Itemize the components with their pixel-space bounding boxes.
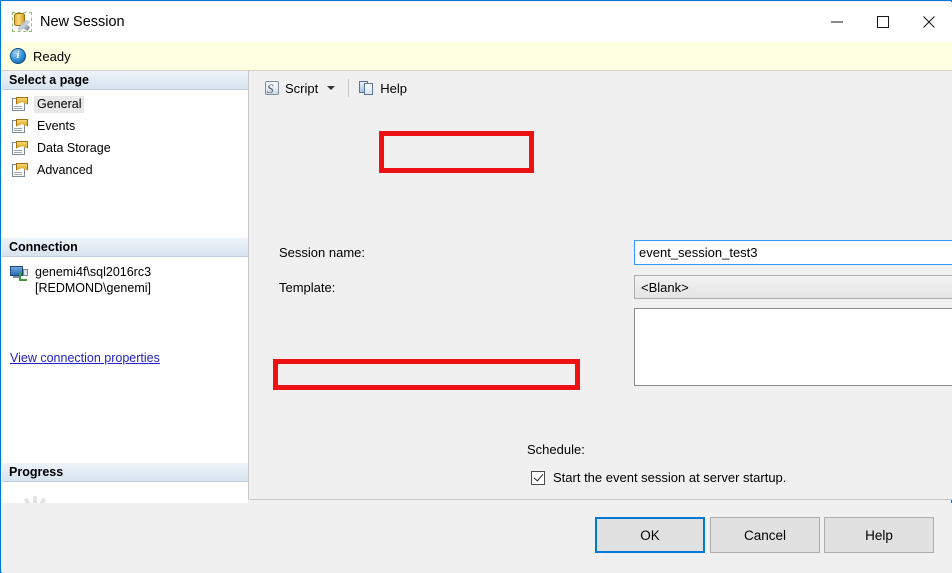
content-toolbar: S Script Help [250, 71, 952, 105]
close-icon [923, 16, 935, 28]
title-bar: New Session [2, 2, 952, 42]
template-selected-value: <Blank> [641, 279, 689, 295]
sidebar: Select a page General Events Data Storag… [2, 71, 249, 562]
sidebar-item-label: Data Storage [37, 140, 111, 155]
toolbar-separator [348, 79, 350, 97]
status-text: Ready [33, 48, 71, 64]
page-icon [12, 140, 28, 156]
chevron-down-icon[interactable] [327, 86, 336, 90]
connection-section: Connection genemi4f\sql2016rc3 [REDMOND\… [2, 238, 248, 375]
select-a-page-header: Select a page [2, 71, 248, 90]
progress-header: Progress [2, 463, 248, 482]
connection-server: genemi4f\sql2016rc3 [35, 265, 152, 279]
checkbox-start-at-server-startup[interactable]: Start the event session at server startu… [531, 470, 786, 485]
sidebar-item-label: Advanced [37, 162, 93, 177]
ok-button[interactable]: OK [595, 517, 705, 553]
session-name-input[interactable] [634, 240, 952, 265]
connection-header: Connection [2, 238, 248, 257]
window-controls [814, 2, 952, 42]
cancel-button[interactable]: Cancel [710, 517, 820, 553]
maximize-icon [877, 16, 889, 28]
help-button[interactable]: Help [355, 76, 411, 100]
connection-text: genemi4f\sql2016rc3 [REDMOND\genemi] [35, 264, 151, 296]
server-connection-icon [10, 266, 28, 282]
close-button[interactable] [906, 2, 952, 42]
schedule-label: Schedule: [527, 442, 585, 457]
dialog-body: Select a page General Events Data Storag… [2, 71, 952, 562]
template-label-row: Template: [279, 280, 335, 295]
template-description-textarea[interactable] [634, 308, 952, 386]
content-pane: S Script Help Session name: Template: [250, 71, 952, 549]
status-bar: Ready [2, 42, 952, 71]
sidebar-item-label: General [34, 95, 85, 113]
page-icon [12, 162, 28, 178]
page-list: General Events Data Storage Advanced [2, 90, 248, 181]
connection-row: genemi4f\sql2016rc3 [REDMOND\genemi] [10, 264, 240, 296]
window-title: New Session [40, 14, 125, 30]
sidebar-item-events[interactable]: Events [2, 115, 248, 137]
view-connection-properties-link[interactable]: View connection properties [10, 351, 160, 365]
session-name-label-row: Session name: [279, 245, 365, 260]
script-icon: S [264, 80, 281, 96]
help-button-footer[interactable]: Help [824, 517, 934, 553]
page-icon [12, 96, 28, 112]
script-button[interactable]: S Script [260, 76, 322, 100]
script-label: Script [285, 80, 319, 96]
page-icon [12, 118, 28, 134]
minimize-icon [831, 21, 843, 23]
sidebar-item-data-storage[interactable]: Data Storage [2, 137, 248, 159]
connection-body: genemi4f\sql2016rc3 [REDMOND\genemi] Vie… [2, 257, 248, 375]
session-window-icon [12, 12, 32, 32]
help-label: Help [380, 80, 407, 96]
checkbox-box[interactable] [531, 470, 545, 485]
maximize-button[interactable] [860, 2, 906, 42]
session-name-label: Session name: [279, 245, 365, 260]
new-session-dialog: New Session Ready [0, 0, 952, 573]
connection-user: [REDMOND\genemi] [35, 281, 151, 295]
minimize-button[interactable] [814, 2, 860, 42]
template-dropdown[interactable]: <Blank> [634, 275, 952, 299]
dialog-footer: OK Cancel Help [2, 503, 952, 573]
sidebar-item-general[interactable]: General [2, 93, 248, 115]
template-label: Template: [279, 280, 336, 295]
sidebar-item-advanced[interactable]: Advanced [2, 159, 248, 181]
checkbox-label: Start the event session at server startu… [553, 470, 787, 485]
info-icon [10, 48, 26, 64]
help-icon [359, 80, 376, 96]
sidebar-item-label: Events [37, 118, 76, 133]
